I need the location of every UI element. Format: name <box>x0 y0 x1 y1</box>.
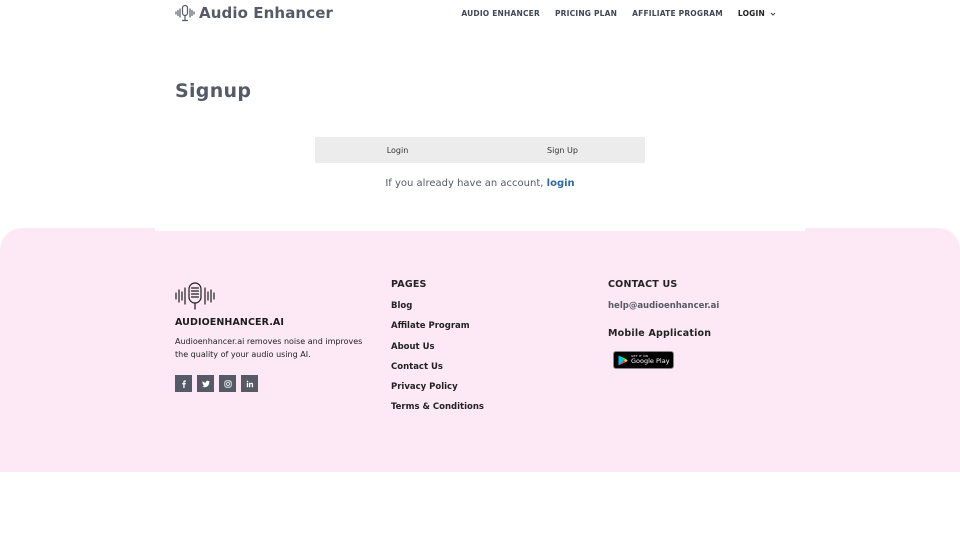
nav-login-label: LOGIN <box>737 9 765 18</box>
footer-about: AUDIOENHANCER.AI Audioenhancer.ai remove… <box>175 282 365 392</box>
facebook-icon <box>181 379 186 388</box>
brand-name: Audio Enhancer <box>199 4 333 22</box>
main-nav: AUDIO ENHANCER PRICING PLAN AFFILIATE PR… <box>461 9 776 18</box>
brand-link[interactable]: Audio Enhancer <box>175 4 333 22</box>
nav-login-dropdown[interactable]: LOGIN <box>738 9 776 18</box>
account-prompt: If you already have an account, login <box>0 178 960 189</box>
footer-corner-left <box>0 228 30 258</box>
google-play-badge[interactable]: GET IT ON Google Play <box>613 351 674 369</box>
footer-link-privacy-policy[interactable]: Privacy Policy <box>391 382 484 394</box>
linkedin-button[interactable] <box>241 375 258 392</box>
pages-list: Blog Affilate Program About Us Contact U… <box>391 301 484 415</box>
microphone-wave-logo-icon <box>175 282 215 310</box>
footer-top-divider <box>155 228 805 231</box>
auth-tabs: Login Sign Up <box>315 137 645 163</box>
instagram-button[interactable] <box>219 375 236 392</box>
nav-affiliate-program[interactable]: AFFILIATE PROGRAM <box>632 9 723 18</box>
linkedin-icon <box>246 380 253 387</box>
footer-description: Audioenhancer.ai removes noise and impro… <box>175 337 363 359</box>
nav-pricing-plan[interactable]: PRICING PLAN <box>555 9 617 18</box>
login-link[interactable]: login <box>547 178 575 189</box>
footer-brand: AUDIOENHANCER.AI <box>175 317 285 328</box>
footer-contact: CONTACT US help@audioenhancer.ai Mobile … <box>608 279 719 369</box>
tab-sign-up[interactable]: Sign Up <box>480 137 645 163</box>
facebook-button[interactable] <box>175 375 192 392</box>
account-text: If you already have an account, <box>385 178 544 189</box>
play-badge-text: GET IT ON Google Play <box>631 355 670 365</box>
site-header: Audio Enhancer AUDIO ENHANCER PRICING PL… <box>0 0 960 28</box>
mobile-app-heading: Mobile Application <box>608 328 712 339</box>
twitter-button[interactable] <box>197 375 214 392</box>
twitter-icon <box>201 380 210 387</box>
contact-heading: CONTACT US <box>608 279 678 290</box>
page-title: Signup <box>175 80 252 102</box>
microphone-wave-icon <box>175 4 195 22</box>
chevron-down-icon <box>770 12 776 16</box>
instagram-icon <box>223 379 232 388</box>
social-links <box>175 375 365 392</box>
play-badge-big: Google Play <box>631 357 670 366</box>
footer-corner-right <box>930 228 960 258</box>
contact-email-link[interactable]: help@audioenhancer.ai <box>608 301 719 311</box>
footer-link-terms-conditions[interactable]: Terms & Conditions <box>391 402 484 414</box>
footer-link-contact-us[interactable]: Contact Us <box>391 362 484 374</box>
footer-link-about-us[interactable]: About Us <box>391 342 484 354</box>
pages-heading: PAGES <box>391 279 427 290</box>
footer-link-blog[interactable]: Blog <box>391 301 484 313</box>
footer-pages: PAGES Blog Affilate Program About Us Con… <box>391 279 484 415</box>
tab-login[interactable]: Login <box>315 137 480 163</box>
nav-audio-enhancer[interactable]: AUDIO ENHANCER <box>461 9 540 18</box>
footer-link-affiliate-program[interactable]: Affilate Program <box>391 321 484 333</box>
google-play-icon <box>618 355 628 365</box>
